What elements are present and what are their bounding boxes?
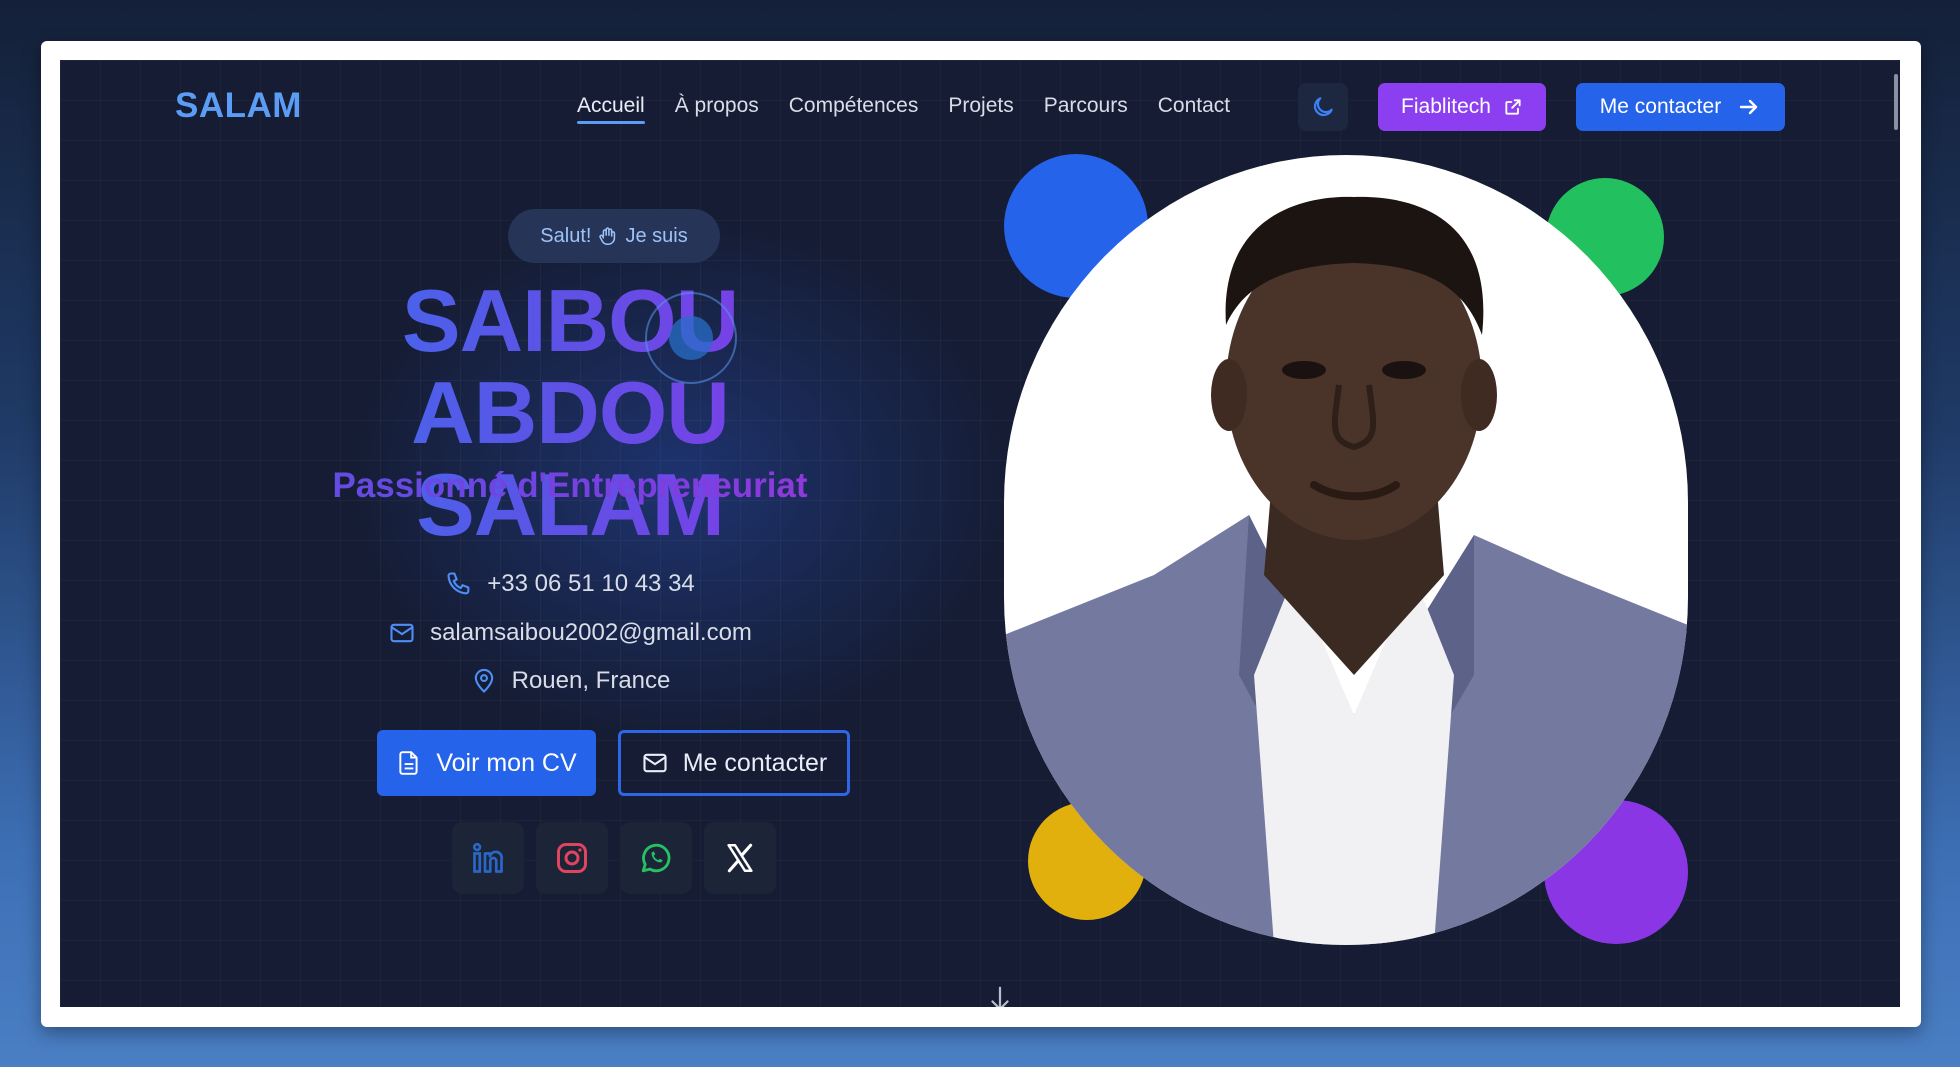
mail-icon [390, 623, 414, 643]
whatsapp-icon [641, 843, 671, 873]
mail-icon [643, 753, 667, 773]
nav-link-contact[interactable]: Contact [1158, 94, 1230, 124]
nav-link-competences[interactable]: Compétences [789, 94, 919, 124]
view-cv-button[interactable]: Voir mon CV [377, 730, 596, 796]
fiablitech-label: Fiablitech [1401, 95, 1491, 118]
email-row[interactable]: salamsaibou2002@gmail.com [260, 619, 880, 647]
fiablitech-button[interactable]: Fiablitech [1378, 83, 1546, 131]
hero-tagline: Passionné d'Entrepreneuriat [260, 466, 880, 506]
moon-icon [1313, 97, 1333, 117]
location-row: Rouen, France [260, 667, 880, 695]
hero-name: SAIBOU ABDOU SALAM [260, 275, 880, 551]
x-icon [727, 843, 753, 873]
custom-cursor-dot [669, 316, 713, 360]
hand-wave-icon [599, 227, 616, 246]
greeting-post: Je suis [625, 224, 688, 247]
map-pin-icon [474, 668, 493, 693]
hero-name-line1: SAIBOU ABDOU [401, 271, 739, 462]
phone-text: +33 06 51 10 43 34 [487, 570, 695, 597]
main-nav: Accueil À propos Compétences Projets Par… [577, 94, 1260, 124]
nav-link-projets[interactable]: Projets [948, 94, 1013, 124]
phone-icon [447, 572, 470, 595]
whatsapp-button[interactable] [620, 822, 692, 894]
greeting-pre: Salut! [540, 224, 592, 247]
scrollbar[interactable] [1894, 74, 1898, 130]
hero-contact-label: Me contacter [682, 748, 828, 777]
linkedin-button[interactable] [452, 822, 524, 894]
header-contact-button[interactable]: Me contacter [1576, 83, 1785, 131]
location-text: Rouen, France [511, 667, 671, 694]
profile-portrait [1004, 196, 1688, 945]
instagram-button[interactable] [536, 822, 608, 894]
nav-link-parcours[interactable]: Parcours [1044, 94, 1128, 124]
nav-link-a-propos[interactable]: À propos [675, 94, 759, 124]
document-icon [399, 751, 418, 775]
view-cv-label: Voir mon CV [436, 748, 577, 777]
scroll-down-icon[interactable] [984, 984, 1016, 1007]
arrow-right-icon [1739, 99, 1758, 115]
hero-contact-button[interactable]: Me contacter [618, 730, 850, 796]
theme-toggle-button[interactable] [1298, 83, 1348, 131]
profile-photo [1004, 155, 1688, 945]
phone-row[interactable]: +33 06 51 10 43 34 [260, 570, 880, 598]
page-viewport: SALAM Accueil À propos Compétences Proje… [60, 60, 1900, 1007]
header-contact-label: Me contacter [1599, 95, 1722, 118]
nav-link-accueil[interactable]: Accueil [577, 94, 645, 124]
email-text: salamsaibou2002@gmail.com [430, 619, 752, 646]
instagram-icon [557, 843, 587, 873]
linkedin-icon [472, 842, 504, 873]
greeting-badge: Salut! Je suis [508, 209, 720, 263]
external-link-icon [1505, 99, 1521, 115]
site-logo[interactable]: SALAM [175, 86, 302, 126]
x-button[interactable] [704, 822, 776, 894]
